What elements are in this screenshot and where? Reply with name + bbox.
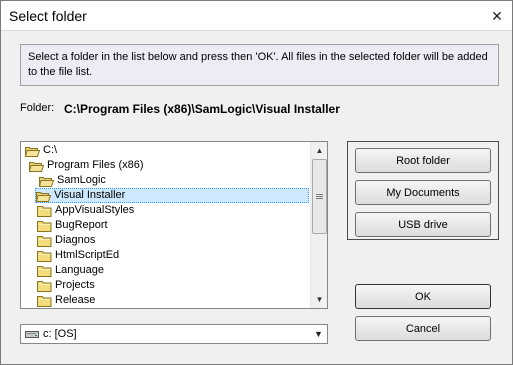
tree-item[interactable]: Release bbox=[37, 293, 95, 308]
usb-drive-label: USB drive bbox=[398, 218, 448, 231]
ok-button[interactable]: OK bbox=[355, 284, 491, 309]
tree-item[interactable]: Visual Installer bbox=[35, 188, 309, 203]
scroll-thumb[interactable] bbox=[312, 159, 327, 234]
drive-value: c: [OS] bbox=[43, 328, 77, 340]
tree-item-label: SamLogic bbox=[57, 174, 106, 186]
quick-folders-group: Root folder My Documents USB drive bbox=[347, 141, 499, 240]
folder-icon bbox=[37, 235, 52, 247]
tree-item[interactable]: Program Files (x86) bbox=[29, 158, 144, 173]
open-folder-icon bbox=[39, 175, 54, 187]
scroll-up-icon[interactable]: ▲ bbox=[312, 143, 327, 158]
my-documents-label: My Documents bbox=[386, 186, 460, 199]
tree-item-label: Release bbox=[55, 294, 96, 306]
usb-drive-button[interactable]: USB drive bbox=[355, 212, 491, 237]
close-icon[interactable]: ✕ bbox=[486, 6, 508, 26]
folder-icon bbox=[37, 265, 52, 277]
folder-path: C:\Program Files (x86)\SamLogic\Visual I… bbox=[64, 102, 340, 116]
folder-icon bbox=[37, 295, 52, 307]
tree-item[interactable]: HtmlScriptEd bbox=[37, 248, 119, 263]
open-folder-icon bbox=[36, 190, 51, 202]
tree-item-label: Language bbox=[55, 264, 104, 276]
cancel-label: Cancel bbox=[405, 322, 441, 335]
my-documents-button[interactable]: My Documents bbox=[355, 180, 491, 205]
cancel-button[interactable]: Cancel bbox=[355, 316, 491, 341]
info-panel: Select a folder in the list below and pr… bbox=[20, 44, 499, 86]
tree-item[interactable]: Projects bbox=[37, 278, 95, 293]
tree-item[interactable]: Diagnos bbox=[37, 233, 95, 248]
folder-icon bbox=[37, 280, 52, 292]
tree-scrollbar[interactable]: ▲ ▼ bbox=[310, 142, 327, 308]
chevron-down-icon[interactable]: ▼ bbox=[310, 325, 327, 343]
window-title: Select folder bbox=[9, 8, 87, 24]
title-bar: Select folder ✕ bbox=[1, 1, 512, 31]
tree-item[interactable]: Language bbox=[37, 263, 104, 278]
tree-item[interactable]: SamLogic bbox=[39, 173, 106, 188]
select-folder-dialog: Select folder ✕ Select a folder in the l… bbox=[0, 0, 513, 365]
tree-item[interactable]: BugReport bbox=[37, 218, 108, 233]
tree-item[interactable]: AppVisualStyles bbox=[37, 203, 134, 218]
folder-tree[interactable]: C:\ Program Files (x86) SamLogic Visual Ins… bbox=[20, 141, 328, 309]
folder-icon bbox=[37, 220, 52, 232]
open-folder-icon bbox=[29, 160, 44, 172]
tree-item-label: AppVisualStyles bbox=[55, 204, 135, 216]
folder-icon bbox=[37, 205, 52, 217]
drive-select[interactable]: c: [OS] ▼ bbox=[20, 324, 328, 344]
ok-label: OK bbox=[415, 290, 431, 303]
folder-label: Folder: bbox=[20, 102, 55, 114]
tree-item-label: Program Files (x86) bbox=[47, 159, 144, 171]
scroll-down-icon[interactable]: ▼ bbox=[312, 292, 327, 307]
tree-item-label: C:\ bbox=[43, 144, 58, 156]
tree-item-label: Projects bbox=[55, 279, 95, 291]
tree-item[interactable]: C:\ bbox=[25, 143, 57, 158]
drive-icon bbox=[25, 330, 39, 339]
tree-item-label: Visual Installer bbox=[54, 189, 126, 201]
tree-item-label: BugReport bbox=[55, 219, 108, 231]
tree-item-label: HtmlScriptEd bbox=[55, 249, 120, 261]
dialog-content: Select a folder in the list below and pr… bbox=[1, 31, 512, 364]
root-folder-button[interactable]: Root folder bbox=[355, 148, 491, 173]
open-folder-icon bbox=[25, 145, 40, 157]
folder-icon bbox=[37, 250, 52, 262]
tree-item-label: Diagnos bbox=[55, 234, 96, 246]
root-folder-label: Root folder bbox=[396, 154, 450, 167]
